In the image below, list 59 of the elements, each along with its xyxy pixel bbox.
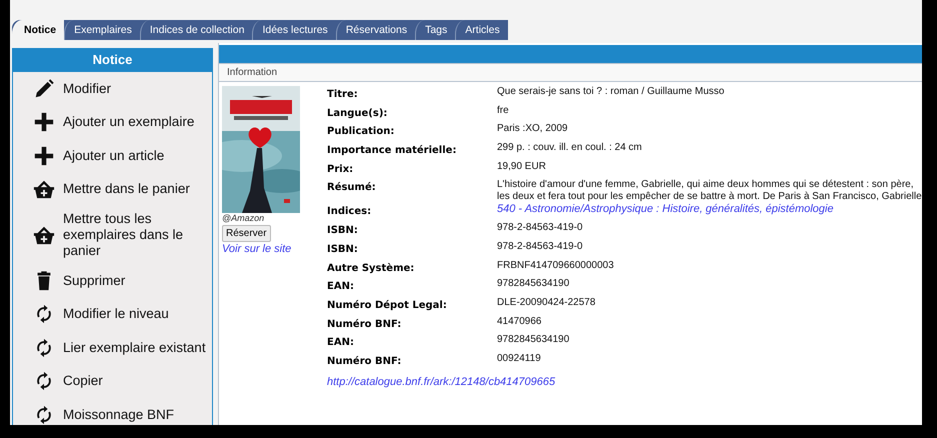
- sidebar-item[interactable]: Mettre tous les exemplaires dans le panier: [13, 206, 212, 264]
- field-label: Numéro BNF:: [327, 318, 402, 332]
- field-value: 19,90 EUR: [497, 160, 546, 172]
- sidebar-item[interactable]: Ajouter un exemplaire: [13, 106, 212, 139]
- basket-icon: [33, 178, 55, 200]
- tab[interactable]: Notice: [12, 20, 64, 40]
- field-label: Titre:: [327, 88, 359, 102]
- basket-icon: [33, 224, 55, 246]
- field-value: DLE-20090424-22578: [497, 296, 596, 308]
- field-value: 00924119: [497, 352, 541, 364]
- reserve-button[interactable]: Réserver: [222, 225, 271, 242]
- sidebar-item[interactable]: Mettre dans le panier: [13, 172, 212, 206]
- field-value: 9782845634190: [497, 334, 570, 346]
- sidebar-item[interactable]: Ajouter un article: [13, 139, 212, 172]
- field-value: 9782845634190: [497, 278, 570, 290]
- sidebar-item[interactable]: Lier exemplaire existant: [13, 331, 212, 364]
- field-value: 41470966: [497, 316, 542, 327]
- field-label: EAN:: [327, 336, 355, 350]
- sidebar-item[interactable]: Modifier le niveau: [13, 298, 212, 331]
- field-label: Prix:: [327, 162, 354, 177]
- field-label: Résumé:: [327, 181, 377, 196]
- field-label: Indices:: [327, 205, 372, 220]
- field-label: ISBN:: [327, 224, 359, 238]
- pencil-icon: [33, 78, 55, 100]
- field-label: Importance matérielle:: [327, 144, 458, 158]
- field-label: Numéro Dépot Legal:: [327, 298, 448, 313]
- sidebar-item[interactable]: Supprimer: [13, 264, 212, 298]
- field-label: Langue(s):: [327, 106, 388, 121]
- tab[interactable]: Réservations: [336, 20, 416, 40]
- tab[interactable]: Indices de collection: [140, 20, 252, 40]
- field-label: Publication:: [327, 125, 396, 140]
- sidebar-item[interactable]: Copier: [13, 364, 212, 398]
- tab[interactable]: Idées lectures: [252, 20, 336, 40]
- field-value: 299 p. : couv. ill. en coul. : 24 cm: [497, 142, 642, 154]
- catalogue-link[interactable]: http://catalogue.bnf.fr/ark:/12148/cb414709665: [327, 376, 556, 388]
- tab[interactable]: Exemplaires: [64, 20, 140, 40]
- field-value: Que serais-je sans toi ? : roman / Guillaume Musso: [497, 86, 724, 97]
- field-value: 978-2-84563-419-0: [497, 240, 583, 252]
- index-link[interactable]: 540 - Astronomie/Astrophysique : Histoire, généralités, épistémologie: [497, 203, 834, 216]
- field-label: Numéro BNF:: [327, 354, 402, 369]
- tab[interactable]: Articles: [455, 20, 508, 40]
- plus-icon: [33, 144, 55, 167]
- field-value: FRBNF414709660000003: [497, 260, 614, 270]
- sidebar-title: Notice: [13, 48, 212, 72]
- field-label: ISBN:: [327, 242, 359, 257]
- image-credit: @Amazon: [222, 213, 266, 223]
- field-value: les deux et fera tout pour les empêcher de se battre à mort. De Paris à San Francisco, Gabrielle: [497, 191, 922, 204]
- field-label: EAN:: [327, 280, 355, 294]
- plus-icon: [33, 111, 55, 134]
- field-label: Autre Système:: [327, 262, 416, 276]
- sidebar-item[interactable]: Moissonnage BNF: [13, 398, 212, 425]
- sidebar-item[interactable]: Modifier: [13, 72, 212, 106]
- field-value: 978-2-84563-419-0: [497, 222, 583, 234]
- field-value: L'histoire d'amour d'une femme, Gabrielle, qui aime deux hommes qui se détestent : son père,: [497, 179, 915, 192]
- field-value: Paris :XO, 2009: [497, 123, 568, 134]
- site-link[interactable]: Voir sur le site: [222, 243, 292, 255]
- tab[interactable]: Tags: [415, 20, 456, 40]
- section-title: Information: [219, 63, 922, 82]
- field-value: fre: [497, 104, 509, 116]
